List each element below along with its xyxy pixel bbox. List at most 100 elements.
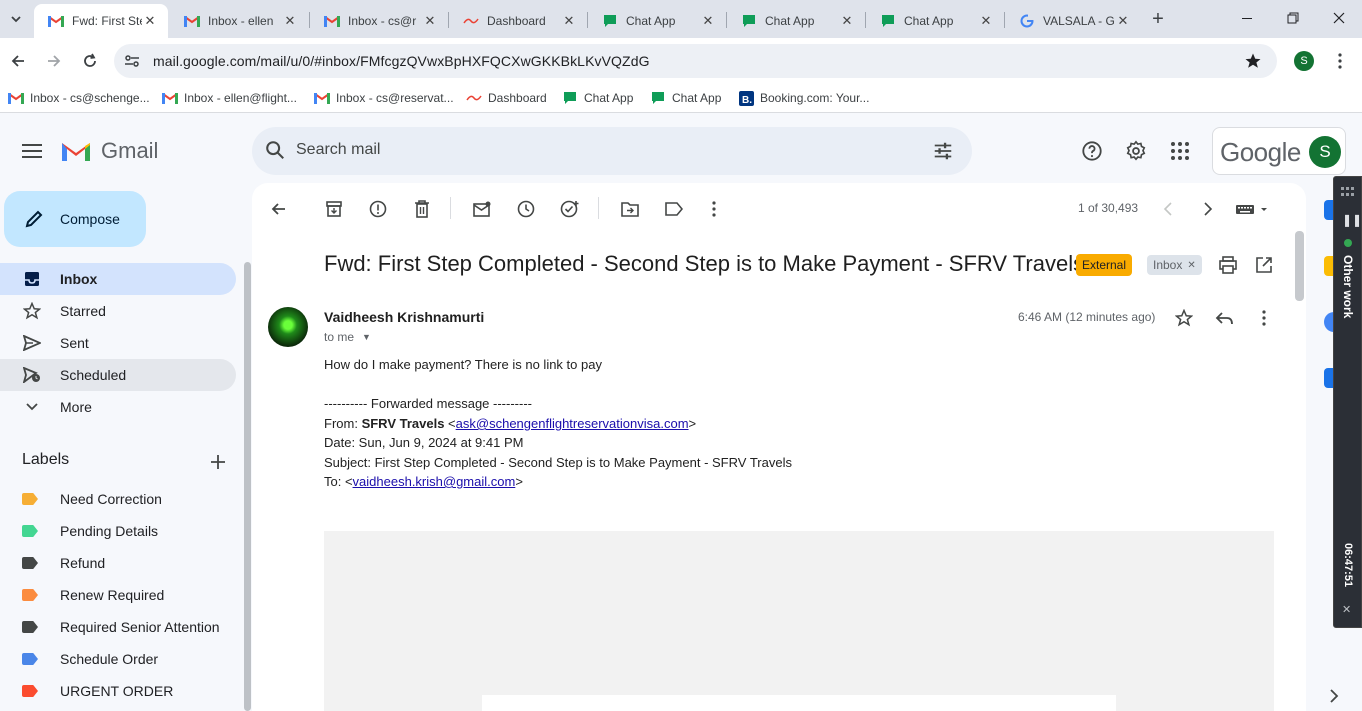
from-email-link[interactable]: ask@schengenflightreservationvisa.com (456, 416, 689, 431)
apps-grid-icon[interactable] (1168, 139, 1192, 163)
tab-chat-app-2[interactable]: Chat App ✕ (727, 4, 865, 38)
browser-menu-icon[interactable] (1332, 52, 1348, 73)
pause-icon[interactable]: ❚❚ (1342, 213, 1362, 227)
help-icon[interactable] (1080, 139, 1104, 163)
reload-button[interactable] (76, 47, 104, 75)
tab-search-button[interactable] (4, 7, 28, 31)
bookmark-item[interactable]: B. Booking.com: Your... (738, 90, 869, 106)
close-tab-icon[interactable]: ✕ (1115, 13, 1131, 29)
reply-icon[interactable] (1212, 306, 1236, 330)
star-icon[interactable] (1172, 306, 1196, 330)
label-item[interactable]: Schedule Order (22, 647, 158, 671)
label-item[interactable]: Renew Required (22, 583, 164, 607)
tab-chat-app-3[interactable]: Chat App ✕ (866, 4, 1004, 38)
print-icon[interactable] (1216, 253, 1240, 277)
close-tab-icon[interactable]: ✕ (282, 13, 298, 29)
drag-handle-icon[interactable] (1341, 187, 1355, 199)
close-window-button[interactable] (1316, 0, 1362, 36)
search-icon[interactable] (264, 139, 286, 164)
to-email-link[interactable]: vaidheesh.krish@gmail.com (353, 474, 516, 489)
label-item[interactable]: Refund (22, 551, 105, 575)
label-item[interactable]: URGENT ORDER (22, 679, 173, 703)
label-icon[interactable] (662, 197, 686, 221)
search-bar[interactable]: Search mail (252, 127, 972, 175)
bookmark-item[interactable]: Inbox - cs@reservat... (314, 90, 454, 106)
label-item[interactable]: Pending Details (22, 519, 158, 543)
add-to-tasks-icon[interactable] (558, 197, 582, 221)
recipient-details[interactable]: to me ▼ (324, 330, 371, 344)
tab-chat-app-1[interactable]: Chat App ✕ (588, 4, 726, 38)
archive-icon[interactable] (322, 197, 346, 221)
nav-scheduled[interactable]: Scheduled (0, 359, 236, 391)
close-tab-icon[interactable]: ✕ (978, 13, 994, 29)
nav-more[interactable]: More (0, 391, 236, 423)
nav-scrollbar[interactable] (244, 262, 251, 711)
move-to-icon[interactable] (618, 197, 642, 221)
tab-dashboard[interactable]: Dashboard ✕ (449, 4, 587, 38)
time-tracker-widget[interactable]: ❚❚ Other work 06:47:51 ✕ (1333, 176, 1362, 628)
tab-gmail-active[interactable]: Fwd: First Ste ✕ (34, 4, 168, 38)
minimize-button[interactable] (1224, 0, 1270, 36)
inbox-label-chip[interactable]: Inbox ✕ (1147, 255, 1202, 275)
bookmark-item[interactable]: Chat App (650, 90, 721, 106)
report-spam-icon[interactable] (366, 197, 390, 221)
chevron-right-icon[interactable] (1326, 688, 1342, 704)
toolbar-separator (450, 197, 451, 219)
add-label-icon[interactable] (206, 450, 230, 474)
address-bar[interactable]: mail.google.com/mail/u/0/#inbox/FMfcgzQV… (114, 44, 1277, 78)
delete-icon[interactable] (410, 197, 434, 221)
close-tab-icon[interactable]: ✕ (700, 13, 716, 29)
tab-title: Chat App (904, 14, 954, 28)
remove-label-icon[interactable]: ✕ (1187, 260, 1195, 271)
forward-button[interactable] (40, 47, 68, 75)
new-tab-button[interactable]: + (1146, 7, 1170, 31)
back-button[interactable] (4, 47, 32, 75)
message-more-icon[interactable] (1252, 306, 1276, 330)
settings-gear-icon[interactable] (1124, 139, 1148, 163)
sender-avatar[interactable] (268, 307, 308, 347)
close-tab-icon[interactable]: ✕ (561, 13, 577, 29)
snooze-clock-icon[interactable] (514, 197, 538, 221)
close-tab-icon[interactable]: ✕ (422, 13, 438, 29)
bookmark-star-icon[interactable] (1244, 52, 1262, 73)
google-account-button[interactable]: Google S (1212, 127, 1346, 175)
tab-gmail-cs[interactable]: Inbox - cs@r ✕ (310, 4, 448, 38)
nav-label: Inbox (60, 271, 98, 287)
message-subject: Fwd: First Step Completed - Second Step … (324, 251, 1085, 276)
label-name: Refund (60, 555, 106, 571)
tab-valsala[interactable]: VALSALA - G ✕ (1005, 4, 1141, 38)
label-item[interactable]: Required Senior Attention (22, 615, 220, 639)
site-settings-icon[interactable] (124, 53, 140, 72)
scheduled-send-icon (22, 365, 42, 385)
nav-inbox[interactable]: Inbox (0, 263, 236, 295)
restore-button[interactable] (1270, 0, 1316, 36)
nav-sent[interactable]: Sent (0, 327, 236, 359)
bookmark-item[interactable]: Chat App (562, 90, 633, 106)
bookmark-item[interactable]: Inbox - cs@schenge... (8, 90, 150, 106)
bookmark-item[interactable]: Dashboard (466, 90, 547, 106)
gmail-logo[interactable]: Gmail (60, 138, 158, 164)
search-options-icon[interactable] (932, 140, 954, 165)
tab-title: Inbox - ellen (208, 14, 274, 28)
close-tab-icon[interactable]: ✕ (839, 13, 855, 29)
message-scrollbar[interactable] (1295, 231, 1304, 301)
mark-unread-icon[interactable] (470, 197, 494, 221)
tab-title: Chat App (765, 14, 815, 28)
tab-gmail-ellen[interactable]: Inbox - ellen ✕ (170, 4, 308, 38)
nav-starred[interactable]: Starred (0, 295, 236, 327)
bookmark-item[interactable]: Inbox - ellen@flight... (162, 90, 297, 106)
sender-name[interactable]: Vaidheesh Krishnamurti (324, 309, 484, 325)
label-item[interactable]: Need Correction (22, 487, 162, 511)
close-icon[interactable]: ✕ (1342, 603, 1351, 616)
compose-button[interactable]: Compose (4, 191, 146, 247)
main-menu-button[interactable] (20, 139, 44, 163)
newer-chevron-icon[interactable] (1156, 197, 1180, 221)
back-to-inbox-icon[interactable] (266, 197, 290, 221)
to-label: To: < (324, 474, 353, 489)
profile-avatar[interactable]: S (1294, 51, 1314, 71)
input-tools-icon[interactable] (1232, 197, 1272, 221)
older-chevron-icon[interactable] (1196, 197, 1220, 221)
close-tab-icon[interactable]: ✕ (142, 13, 158, 29)
more-actions-icon[interactable] (702, 197, 726, 221)
open-new-window-icon[interactable] (1252, 253, 1276, 277)
